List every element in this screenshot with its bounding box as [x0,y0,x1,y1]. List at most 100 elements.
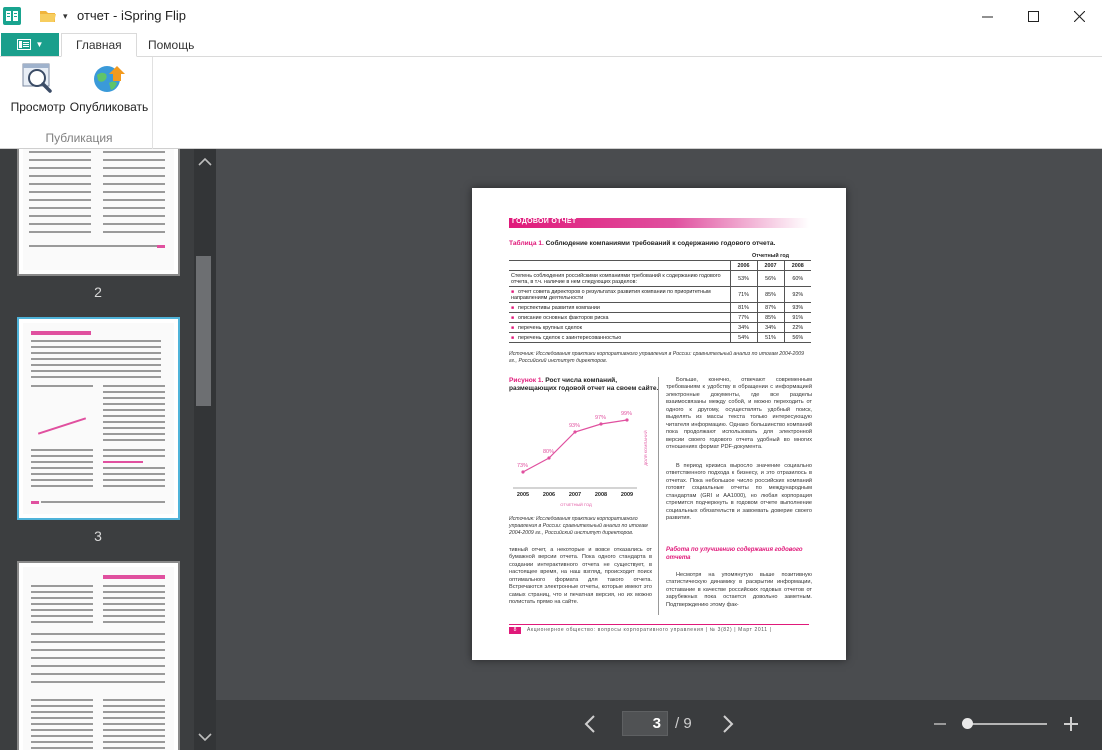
page-total: / 9 [675,715,692,732]
right-column-text-2: В период кризиса выросло значение социал… [666,463,812,522]
footer-text: Акционерное общество: вопросы корпоратив… [527,627,772,633]
group-label: Публикация [45,131,113,145]
data-point [573,430,577,434]
table-cell: 22% [783,322,811,333]
tab-help[interactable]: Помощь [134,33,208,57]
scroll-up-icon[interactable] [194,153,216,171]
file-menu-icon [16,39,31,50]
zoom-in-button[interactable] [1062,713,1080,735]
bullet-icon: ■ [511,334,515,341]
year-cell: 2008 [783,260,811,271]
year-cell: 2007 [756,260,784,271]
publish-button-label: Опубликовать [69,100,149,114]
left-column-text: тивный отчет, а некоторые и вовсе отказа… [509,547,652,606]
thumbnail-number: 2 [94,284,102,300]
data-point [625,418,629,422]
column-divider [658,377,659,615]
y-axis-label: ДОЛЯ КОМПАНИЙ [643,430,648,465]
quick-access-dropdown-icon[interactable]: ▾ [63,11,68,22]
file-menu-button[interactable]: ▼ [1,33,59,56]
table-row: ■ описание основных факторов риска 77% 85… [509,312,811,323]
table-cell: 92% [783,286,811,303]
thumbnail-content [23,567,174,750]
x-tick-label: 2005 [517,492,529,498]
thumbnail-page-2[interactable] [17,149,180,276]
publish-button[interactable]: Опубликовать [69,63,149,114]
table-row: ■ перечень сделок с заинтересованностью 5… [509,332,811,343]
tab-home[interactable]: Главная [61,33,137,57]
x-tick-label: 2006 [543,492,555,498]
page-viewer: ГОДОВОЙ ОТЧЕТ Таблица 1. Соблюдение комп… [216,149,1102,700]
globe-upload-icon [94,66,125,92]
chevron-left-icon [584,715,595,733]
open-folder-icon[interactable] [39,8,59,24]
table-cell: 85% [756,286,784,303]
table-row: ■ перечень крупных сделок 34% 34% 22% [509,322,811,333]
right-column-text-3: Несмотря на упомянутую выше позитивную с… [666,572,812,608]
maximize-button[interactable] [1010,0,1056,32]
navigation-bar: 3 / 9 [216,700,1102,750]
ribbon: Просмотр Опубликовать Публикация [0,57,1102,149]
table-source: Источник: Исследования практики корпорат… [509,351,805,364]
app-logo-icon [3,7,21,25]
minimize-button[interactable] [964,0,1010,32]
page-banner: ГОДОВОЙ ОТЧЕТ [509,218,809,228]
zoom-out-button[interactable] [932,713,948,735]
page-footer: 8 Акционерное общество: вопросы корпорат… [509,624,809,634]
document-page[interactable]: ГОДОВОЙ ОТЧЕТ Таблица 1. Соблюдение комп… [472,188,846,660]
magnifier-icon [22,63,52,93]
row-label: перечень сделок с заинтересованностью [518,334,622,341]
scroll-down-icon[interactable] [194,728,216,746]
thumbnail-page-3[interactable] [17,317,180,520]
file-menu-caret-icon: ▼ [35,40,44,49]
data-point [521,470,525,474]
page-number-input[interactable]: 3 [622,711,668,736]
data-point [599,422,603,426]
table-cell: 85% [756,312,784,323]
row-label: Степень соблюдения российскими компаниям… [511,272,721,285]
thumbnail-content [23,149,174,270]
table-title: Таблица 1. Соблюдение компаниями требова… [509,240,819,247]
bullet-icon: ■ [511,304,515,311]
data-label: 93% [569,423,580,429]
data-table: Отчетный год 2006 2007 2008 Степень собл… [509,251,811,343]
table-cell: 60% [783,270,811,287]
data-label: 97% [595,415,606,421]
close-button[interactable] [1056,0,1102,32]
page-banner-text: ГОДОВОЙ ОТЧЕТ [512,218,577,225]
minus-icon [934,723,946,725]
data-point [547,456,551,460]
next-page-button[interactable] [718,713,738,735]
table-title-text: Соблюдение компаниями требований к содер… [545,240,776,247]
ribbon-tabs: ▼ Главная Помощь [0,32,1102,57]
figure-title: Рисунок 1. Рост числа компаний, размещаю… [509,377,659,393]
thumbnail-content [23,323,174,514]
chevron-right-icon [723,715,734,733]
publish-group: Просмотр Опубликовать Публикация [5,57,153,149]
table-cell: 77% [729,312,757,323]
table-cell: 71% [729,286,757,303]
zoom-slider-track[interactable] [963,723,1047,725]
data-label: 80% [543,449,554,455]
scrollbar-thumb[interactable] [196,256,211,406]
table-cell: 91% [783,312,811,323]
line-chart: 73% 2005 80% 2006 93% 2007 97% 2008 99% 2009 ОТЧЕТ… [513,411,648,507]
row-label: описание основных факторов риска [518,314,609,321]
table-cell: 51% [756,332,784,343]
zoom-slider-thumb[interactable] [962,718,973,729]
bullet-icon: ■ [511,314,515,321]
bullet-icon: ■ [511,324,515,331]
table-cell: 34% [756,322,784,333]
table-cell: 81% [729,302,757,313]
previous-page-button[interactable] [580,713,600,735]
data-label: 73% [517,463,528,469]
table-title-prefix: Таблица 1. [509,240,544,247]
preview-button[interactable]: Просмотр [8,63,68,114]
thumbnail-scrollbar[interactable] [194,149,216,750]
table-row: ■ отчет совета директоров о результатах р… [509,286,811,303]
table-cell: 54% [729,332,757,343]
thumbnail-page-4[interactable] [17,561,180,750]
table-cell: 93% [783,302,811,313]
figure-title-prefix: Рисунок 1. [509,377,544,384]
footer-page-number: 8 [509,627,521,634]
